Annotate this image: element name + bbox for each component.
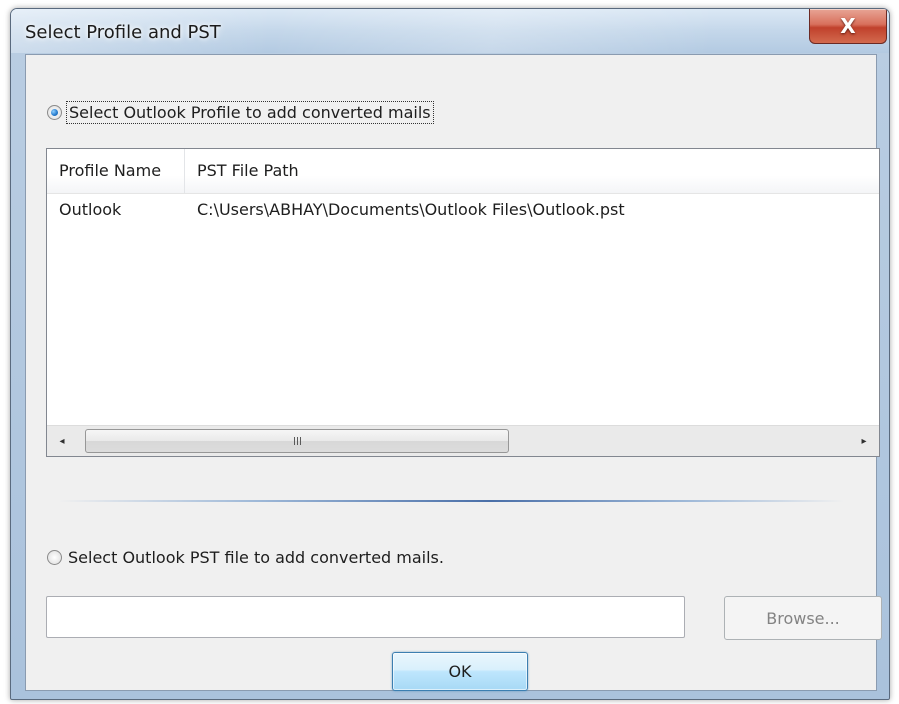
- separator: [58, 500, 844, 502]
- scroll-right-arrow-icon[interactable]: ▸: [849, 426, 879, 456]
- dialog-window: Select Profile and PST X Select Outlook …: [10, 8, 890, 700]
- profile-option-label[interactable]: Select Outlook Profile to add converted …: [66, 101, 434, 124]
- column-header-pst-file-path[interactable]: PST File Path: [185, 149, 879, 193]
- pst-option[interactable]: Select Outlook PST file to add converted…: [47, 548, 444, 567]
- pst-option-radio[interactable]: [47, 550, 62, 565]
- browse-button[interactable]: Browse...: [724, 596, 882, 640]
- profile-list-header: Profile Name PST File Path: [47, 149, 879, 194]
- scroll-left-arrow-icon[interactable]: ◂: [47, 426, 77, 456]
- close-icon: X: [840, 14, 856, 38]
- horizontal-scrollbar[interactable]: ◂ ▸: [47, 425, 879, 456]
- grip-icon: [293, 437, 301, 445]
- pst-path-input[interactable]: [46, 596, 685, 638]
- close-button[interactable]: X: [809, 9, 887, 44]
- ok-button[interactable]: OK: [392, 652, 528, 691]
- pst-option-label[interactable]: Select Outlook PST file to add converted…: [68, 548, 444, 567]
- scroll-thumb[interactable]: [85, 429, 509, 453]
- dialog-body: Select Outlook Profile to add converted …: [25, 54, 882, 691]
- profile-option[interactable]: Select Outlook Profile to add converted …: [47, 101, 434, 124]
- profile-list[interactable]: Profile Name PST File Path Outlook C:\Us…: [46, 148, 880, 457]
- column-header-profile-name[interactable]: Profile Name: [47, 149, 185, 193]
- pst-file-path-cell: C:\Users\ABHAY\Documents\Outlook Files\O…: [197, 200, 625, 219]
- table-row[interactable]: Outlook C:\Users\ABHAY\Documents\Outlook…: [47, 193, 879, 227]
- title-bar[interactable]: Select Profile and PST X: [11, 9, 889, 53]
- profile-name-cell: Outlook: [59, 200, 122, 219]
- window-title: Select Profile and PST: [25, 22, 221, 43]
- profile-option-radio[interactable]: [47, 105, 62, 120]
